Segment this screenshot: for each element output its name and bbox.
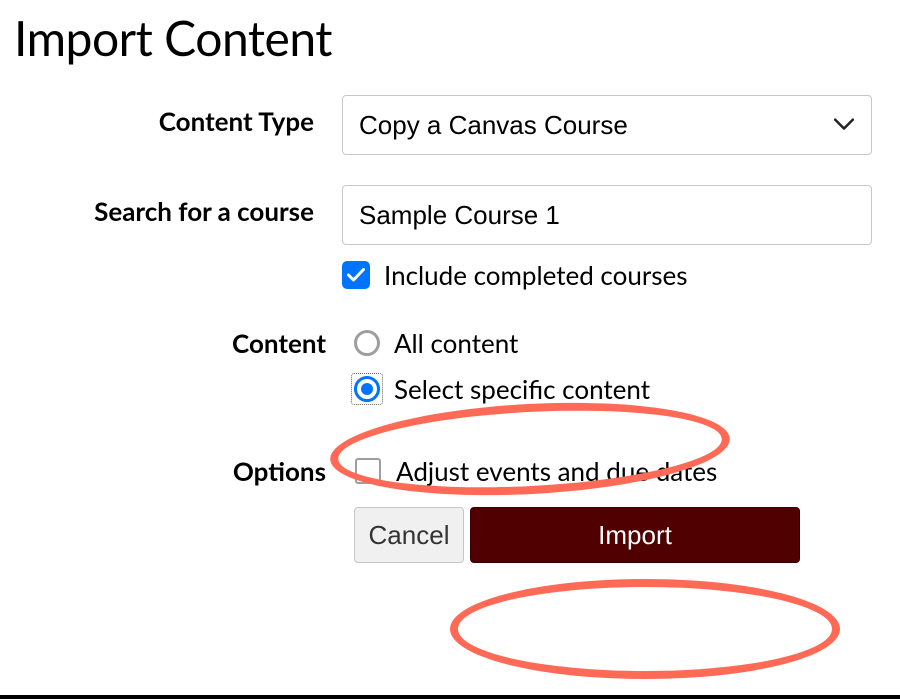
adjust-dates-checkbox[interactable] <box>355 458 381 484</box>
page-title: Import Content <box>14 10 886 67</box>
radio-all-label: All content <box>394 327 518 359</box>
import-button[interactable]: Import <box>470 507 800 563</box>
row-content: Content All content Select specific cont… <box>14 327 886 419</box>
bottom-border <box>0 695 900 699</box>
row-options: Options Adjust events and due dates Canc… <box>14 455 886 563</box>
row-search-course: Search for a course Include completed co… <box>14 185 886 291</box>
search-course-input[interactable] <box>342 185 872 245</box>
include-completed-checkbox[interactable] <box>342 261 370 289</box>
checkmark-icon <box>347 268 365 282</box>
radio-specific-content[interactable] <box>354 376 380 402</box>
row-content-type: Content Type Copy a Canvas Course <box>14 95 886 155</box>
row-adjust-dates: Adjust events and due dates <box>354 455 872 487</box>
label-content: Content <box>14 327 354 359</box>
cancel-button[interactable]: Cancel <box>354 507 464 563</box>
row-include-completed: Include completed courses <box>342 259 872 291</box>
annotation-ellipse-import <box>450 579 840 679</box>
label-search-course: Search for a course <box>14 185 342 227</box>
radio-row-all: All content <box>354 327 872 359</box>
content-type-select[interactable]: Copy a Canvas Course <box>342 95 872 155</box>
button-row: Cancel Import <box>354 507 872 563</box>
label-content-type: Content Type <box>14 95 342 137</box>
radio-specific-label: Select specific content <box>394 373 650 405</box>
radio-all-content[interactable] <box>354 330 380 356</box>
label-options: Options <box>14 455 354 487</box>
include-completed-label: Include completed courses <box>384 259 688 291</box>
radio-row-specific: Select specific content <box>354 373 872 405</box>
adjust-dates-label: Adjust events and due dates <box>396 455 717 487</box>
